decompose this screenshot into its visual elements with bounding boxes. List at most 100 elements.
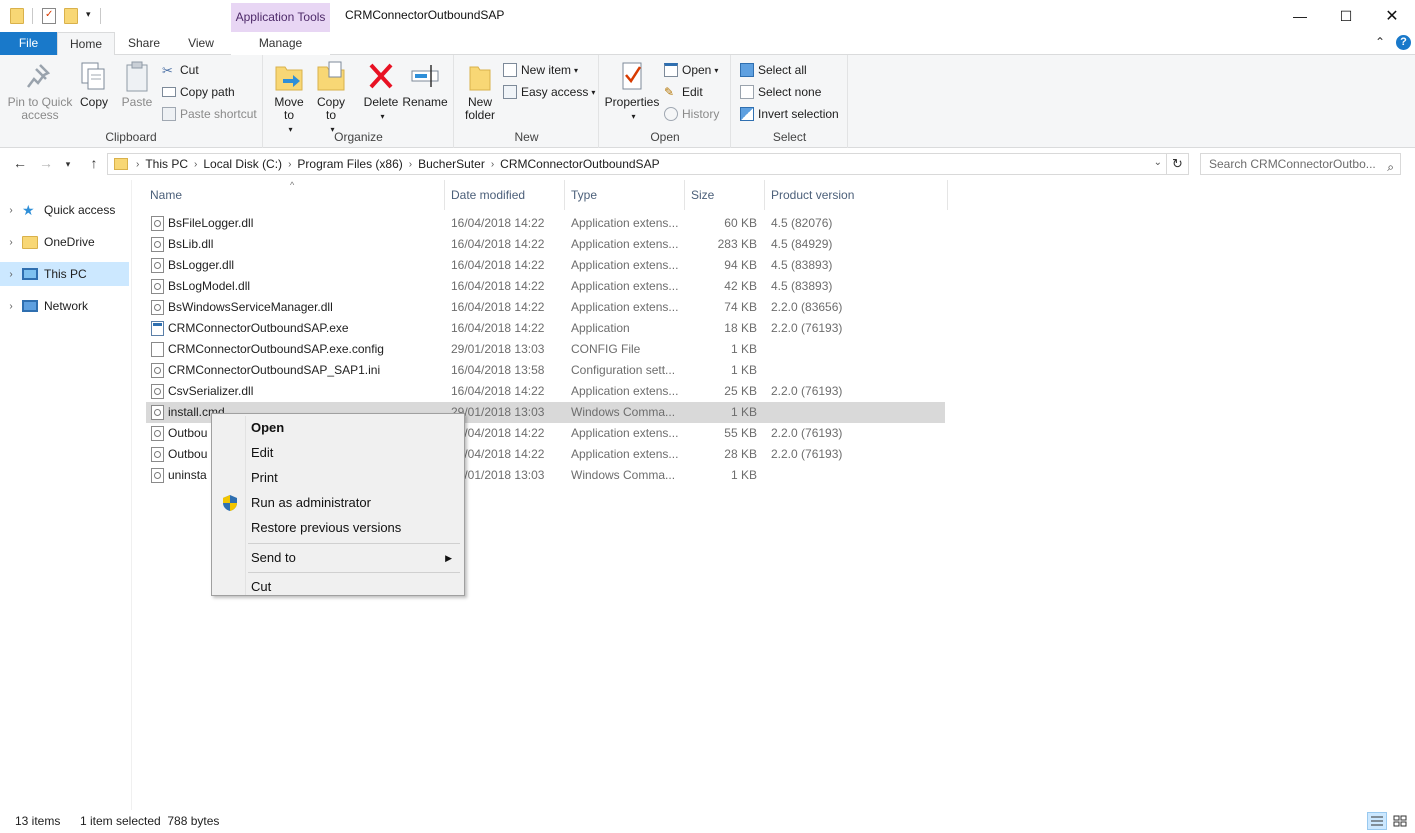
table-row[interactable]: BsLib.dll 16/04/2018 14:22 Application ext… <box>146 234 945 255</box>
invert-selection-button[interactable]: Invert selection <box>740 105 839 123</box>
easy-access-button[interactable]: Easy access ▾ <box>503 83 595 101</box>
paste-shortcut-button[interactable]: Paste shortcut <box>162 105 257 123</box>
recent-locations-chevron-icon[interactable]: ▾ <box>58 159 78 170</box>
breadcrumb-buchersuter[interactable]: BucherSuter <box>418 157 485 171</box>
file-product-version <box>771 465 891 486</box>
tab-share[interactable]: Share <box>120 32 168 55</box>
large-icons-view-icon[interactable] <box>1390 812 1410 830</box>
table-row[interactable]: BsFileLogger.dll 16/04/2018 14:22 Applicat… <box>146 213 945 234</box>
paste-button[interactable]: Paste <box>120 59 154 109</box>
tab-file[interactable]: File <box>0 32 57 55</box>
tab-home[interactable]: Home <box>57 32 115 56</box>
move-to-button[interactable]: Move to ▾ <box>272 59 306 136</box>
search-input[interactable]: Search CRMConnectorOutbo... ⌕ <box>1200 153 1401 175</box>
maximize-button[interactable]: ☐ <box>1323 0 1369 32</box>
file-product-version: 2.2.0 (76193) <box>771 384 843 398</box>
cut-button[interactable]: ✂ Cut <box>162 61 199 79</box>
copy-icon <box>78 59 110 93</box>
breadcrumb-current-folder[interactable]: CRMConnectorOutboundSAP <box>500 157 659 171</box>
delete-button[interactable]: Delete ▾ <box>362 59 400 123</box>
menu-item-restore-previous-versions[interactable]: Restore previous versions <box>214 516 462 540</box>
sidebar-item-network[interactable]: › Network <box>0 294 129 318</box>
table-row[interactable]: BsWindowsServiceManager.dll 16/04/2018 14… <box>146 297 945 318</box>
select-none-button[interactable]: Select none <box>740 83 821 101</box>
select-all-button[interactable]: Select all <box>740 61 807 79</box>
table-row[interactable]: CRMConnectorOutboundSAP.exe.config 29/01/… <box>146 339 945 360</box>
column-header-type[interactable]: Type <box>565 180 685 210</box>
pin-to-quick-access-button[interactable]: Pin to Quick access <box>6 59 74 122</box>
new-item-button[interactable]: New item ▾ <box>503 61 578 79</box>
breadcrumb-this-pc[interactable]: This PC <box>145 157 188 171</box>
menu-item-edit[interactable]: Edit <box>214 441 462 465</box>
rename-button[interactable]: Rename <box>402 59 448 109</box>
forward-arrow-icon[interactable]: → <box>36 155 56 171</box>
expand-chevron-icon[interactable]: › <box>0 269 22 280</box>
address-bar[interactable]: › This PC › Local Disk (C:) › Program Fi… <box>107 153 1167 175</box>
new-group: New folder New item ▾ Easy access ▾ New <box>455 55 599 148</box>
collapse-ribbon-icon[interactable]: ⌃ <box>1375 35 1385 49</box>
table-row[interactable]: CsvSerializer.dll 16/04/2018 14:22 Applica… <box>146 381 945 402</box>
customize-quick-access-icon[interactable]: ▾ <box>86 9 91 20</box>
breadcrumb-chevron-icon[interactable]: › <box>409 159 412 170</box>
new-folder-button[interactable]: New folder <box>461 59 499 122</box>
column-header-product-version[interactable]: Product version <box>765 180 948 210</box>
back-arrow-icon[interactable]: ← <box>10 155 30 171</box>
copy-button[interactable]: Copy <box>78 59 110 109</box>
file-size: 1 KB <box>730 405 757 419</box>
breadcrumb-chevron-icon[interactable]: › <box>491 159 494 170</box>
file-date-modified: 16/04/2018 14:22 <box>451 279 545 293</box>
gear-icon <box>154 241 161 248</box>
breadcrumb-chevron-icon[interactable]: › <box>288 159 291 170</box>
copy-path-button[interactable]: Copy path <box>162 83 235 101</box>
close-button[interactable]: ✕ <box>1369 0 1415 32</box>
column-header-date[interactable]: Date modified <box>445 180 565 210</box>
file-type: Application extens... <box>571 426 679 440</box>
menu-item-open[interactable]: Open <box>214 416 462 440</box>
file-name: CsvSerializer.dll <box>168 384 254 398</box>
column-header-name[interactable]: Name <box>144 180 445 210</box>
search-icon[interactable]: ⌕ <box>1387 157 1394 174</box>
column-header-size[interactable]: Size <box>685 180 765 210</box>
expand-chevron-icon[interactable]: › <box>0 205 22 216</box>
open-button[interactable]: Open ▾ <box>664 61 718 79</box>
sidebar-item-onedrive[interactable]: › OneDrive <box>0 230 129 254</box>
sidebar-item-label: OneDrive <box>44 235 95 249</box>
copy-to-button[interactable]: Copy to ▾ <box>314 59 348 136</box>
menu-item-print[interactable]: Print <box>214 466 462 490</box>
expand-chevron-icon[interactable]: › <box>0 237 22 248</box>
refresh-icon[interactable]: ↻ <box>1167 153 1189 175</box>
file-date-modified: 16/04/2018 14:22 <box>451 447 545 461</box>
breadcrumb-local-disk[interactable]: Local Disk (C:) <box>203 157 282 171</box>
table-row[interactable]: CRMConnectorOutboundSAP_SAP1.ini 16/04/20… <box>146 360 945 381</box>
sidebar-item-this-pc[interactable]: › This PC <box>0 262 129 286</box>
menu-item-send-to[interactable]: Send to ▶ <box>214 546 462 570</box>
minimize-button[interactable]: — <box>1277 0 1323 32</box>
history-button[interactable]: History <box>664 105 719 123</box>
sidebar-item-quick-access[interactable]: › ★ Quick access <box>0 198 129 222</box>
dll-file-icon <box>151 279 164 294</box>
properties-button[interactable]: Properties ▾ <box>604 59 660 123</box>
table-row[interactable]: BsLogger.dll 16/04/2018 14:22 Application … <box>146 255 945 276</box>
details-view-icon[interactable] <box>1367 812 1387 830</box>
folder-icon <box>10 8 24 24</box>
edit-button[interactable]: ✎ Edit <box>664 83 703 101</box>
breadcrumb-program-files[interactable]: Program Files (x86) <box>297 157 402 171</box>
navigation-bar: ← → ▾ ↑ › This PC › Local Disk (C:) › Pr… <box>0 149 1415 180</box>
tab-manage[interactable]: Manage <box>231 32 330 55</box>
menu-item-run-as-administrator[interactable]: Run as administrator <box>214 491 462 515</box>
address-dropdown-chevron-icon[interactable]: ⌄ <box>1154 157 1162 168</box>
file-product-version: 2.2.0 (76193) <box>771 447 843 461</box>
expand-chevron-icon[interactable]: › <box>0 301 22 312</box>
up-arrow-icon[interactable]: ↑ <box>84 155 104 171</box>
new-folder-quick-icon[interactable] <box>64 8 78 24</box>
breadcrumb-chevron-icon[interactable]: › <box>194 159 197 170</box>
help-icon[interactable]: ? <box>1396 35 1411 50</box>
tab-view[interactable]: View <box>175 32 227 55</box>
table-row[interactable]: CRMConnectorOutboundSAP.exe 16/04/2018 14… <box>146 318 945 339</box>
menu-item-cut[interactable]: Cut <box>214 575 462 595</box>
table-row[interactable]: BsLogModel.dll 16/04/2018 14:22 Applicatio… <box>146 276 945 297</box>
history-icon <box>664 107 678 121</box>
rename-icon <box>409 59 441 93</box>
properties-quick-icon[interactable]: ✓ <box>42 8 56 24</box>
breadcrumb-chevron-icon[interactable]: › <box>136 159 139 170</box>
